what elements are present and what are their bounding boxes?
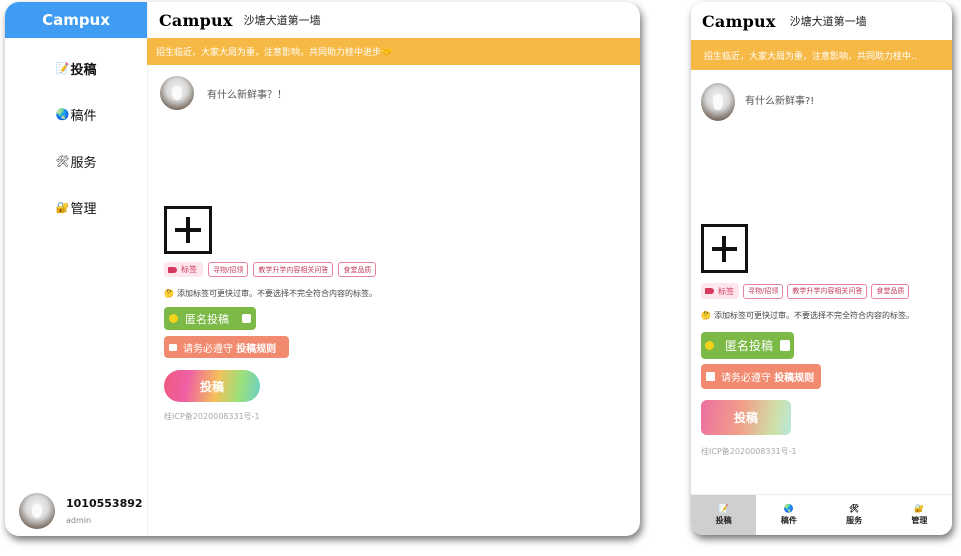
flag-icon <box>169 343 177 351</box>
sidebar-item-label: 投稿 <box>70 62 97 78</box>
anonymous-checkbox[interactable] <box>780 340 790 351</box>
icp-license[interactable]: 桂ICP备2020008331号-1 <box>164 411 260 422</box>
tools-icon: 🛠 <box>849 504 860 513</box>
rules-link[interactable]: 投稿规则 <box>236 340 276 355</box>
user-info: 1010553892 admin <box>66 497 143 525</box>
top-bar: Campux 沙塘大道第一墙 <box>147 2 640 38</box>
add-image-button[interactable] <box>701 224 748 273</box>
anonymous-label: 匿名投稿 <box>725 339 774 353</box>
tag-option[interactable]: 寻物/招领 <box>743 283 784 299</box>
anonymous-toggle[interactable]: 匿名投稿 <box>164 307 256 330</box>
tag-selector: 标签 寻物/招领 教学升学内容相关问答 食堂品质 <box>164 262 377 277</box>
bottom-nav: 📝 投稿 🌏 稿件 🛠 服务 🔐 管理 <box>691 494 952 535</box>
tag-hint: 🤔 添加标签可更快过审。不要选择不完全符合内容的标签。 <box>701 310 914 321</box>
tab-label: 稿件 <box>780 516 797 525</box>
tag-label: 标签 <box>701 283 739 299</box>
submit-button[interactable]: 投稿 <box>701 400 791 435</box>
thinking-face-icon: 🤔 <box>164 289 174 298</box>
sidebar-item-label: 管理 <box>70 202 97 218</box>
sidebar-item-services[interactable]: 🛠 服务 <box>5 138 147 185</box>
tag-option[interactable]: 食堂品质 <box>871 283 910 299</box>
tab-label: 服务 <box>846 516 863 525</box>
smiley-icon <box>169 314 178 323</box>
rules-notice[interactable]: 请务必遵守 投稿规则 <box>701 364 821 389</box>
sidebar-item-posts[interactable]: 🌏 稿件 <box>5 92 147 139</box>
sidebar-item-label: 稿件 <box>70 109 97 125</box>
icp-license[interactable]: 桂ICP备2020008331号-1 <box>701 446 797 457</box>
compose-input[interactable]: 有什么新鲜事？！ <box>207 86 287 101</box>
user-id: 1010553892 <box>66 497 143 510</box>
sidebar-item-admin[interactable]: 🔐 管理 <box>5 185 147 232</box>
tag-option[interactable]: 食堂品质 <box>338 262 377 277</box>
tag-option[interactable]: 教学升学内容相关问答 <box>253 262 334 277</box>
anonymous-toggle[interactable]: 匿名投稿 <box>701 332 794 359</box>
tools-icon: 🛠 <box>55 154 70 168</box>
tab-submit[interactable]: 📝 投稿 <box>691 495 757 535</box>
mobile-window: Campux 沙塘大道第一墙 招生临近，大家大局为重，注意影响，共同助力桂中..… <box>691 2 952 535</box>
tag-option[interactable]: 教学升学内容相关问答 <box>787 283 868 299</box>
user-profile[interactable]: 1010553892 admin <box>19 492 147 530</box>
anonymous-checkbox[interactable] <box>242 314 251 323</box>
compose-area[interactable]: 有什么新鲜事？！ <box>160 76 287 110</box>
sidebar-item-label: 服务 <box>70 155 97 171</box>
tag-label: 标签 <box>164 262 203 277</box>
announcement-banner: 招生临近，大家大局为重，注意影响，共同助力桂中进步🤝 <box>147 38 640 65</box>
wall-name: 沙塘大道第一墙 <box>789 15 867 28</box>
sidebar-nav: 📝 投稿 🌏 稿件 🛠 服务 🔐 管理 <box>5 45 147 231</box>
tab-label: 管理 <box>911 516 928 525</box>
top-bar: Campux 沙塘大道第一墙 <box>691 2 952 40</box>
brand-title: Campux <box>5 2 147 38</box>
rules-prefix: 请务必遵守 <box>721 373 771 384</box>
submit-button[interactable]: 投稿 <box>164 370 260 402</box>
sidebar: Campux 📝 投稿 🌏 稿件 🛠 服务 🔐 管理 1010553892 ad… <box>5 2 148 536</box>
wall-name: 沙塘大道第一墙 <box>243 14 321 27</box>
globe-icon: 🌏 <box>55 108 70 122</box>
avatar <box>160 76 194 110</box>
tag-hint-text: 添加标签可更快过审。不要选择不完全符合内容的标签。 <box>713 311 914 320</box>
tag-icon <box>705 288 714 294</box>
rules-prefix: 请务必遵守 <box>183 343 233 355</box>
lock-key-icon: 🔐 <box>55 201 70 215</box>
tag-option[interactable]: 寻物/招领 <box>208 262 249 277</box>
sidebar-item-submit[interactable]: 📝 投稿 <box>5 45 147 92</box>
tag-hint: 🤔 添加标签可更快过审。不要选择不完全符合内容的标签。 <box>164 288 377 299</box>
tag-label-text: 标签 <box>718 286 734 296</box>
add-image-button[interactable] <box>164 206 212 254</box>
memo-icon: 📝 <box>55 61 70 75</box>
user-role: admin <box>66 516 92 525</box>
anonymous-label: 匿名投稿 <box>185 312 229 326</box>
campux-logo: Campux <box>159 10 233 30</box>
memo-icon: 📝 <box>718 504 729 513</box>
avatar <box>19 493 55 529</box>
tab-label: 投稿 <box>715 516 732 525</box>
compose-area[interactable]: 有什么新鲜事?! <box>701 83 814 121</box>
flag-icon <box>706 372 715 381</box>
announcement-banner: 招生临近，大家大局为重，注意影响，共同助力桂中.. <box>691 40 952 70</box>
rules-notice[interactable]: 请务必遵守 投稿规则 <box>164 336 289 358</box>
tag-selector: 标签 寻物/招领 教学升学内容相关问答 食堂品质 <box>701 283 910 299</box>
tab-posts[interactable]: 🌏 稿件 <box>756 495 821 535</box>
rules-link[interactable]: 投稿规则 <box>774 369 814 384</box>
compose-input[interactable]: 有什么新鲜事?! <box>745 92 814 107</box>
tab-services[interactable]: 🛠 服务 <box>822 495 887 535</box>
campux-logo: Campux <box>702 11 776 31</box>
smiley-icon <box>705 341 714 350</box>
tag-hint-text: 添加标签可更快过审。不要选择不完全符合内容的标签。 <box>176 289 377 298</box>
tag-label-text: 标签 <box>181 265 197 274</box>
globe-icon: 🌏 <box>783 504 794 513</box>
thinking-face-icon: 🤔 <box>701 311 711 320</box>
tab-admin[interactable]: 🔐 管理 <box>887 495 952 535</box>
desktop-window: Campux 📝 投稿 🌏 稿件 🛠 服务 🔐 管理 1010553892 ad… <box>5 2 640 536</box>
lock-key-icon: 🔐 <box>914 504 925 513</box>
tag-icon <box>168 266 177 273</box>
avatar <box>701 83 735 121</box>
